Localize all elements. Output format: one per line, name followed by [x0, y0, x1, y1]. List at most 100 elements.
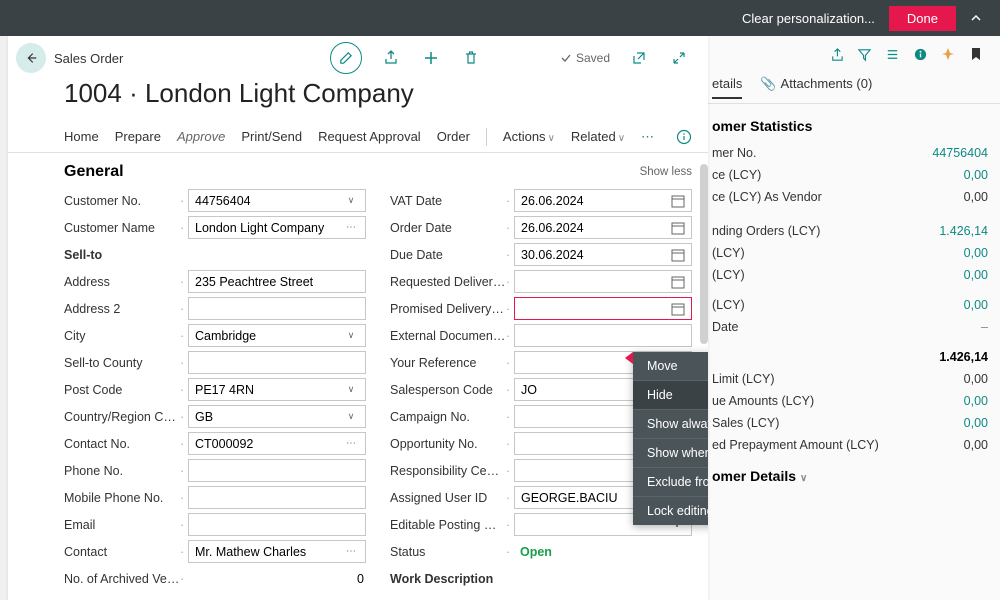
- input-order-date[interactable]: 26.06.2024: [514, 216, 692, 239]
- saved-indicator: Saved: [560, 51, 610, 65]
- label-campaign: Campaign No.: [390, 410, 506, 424]
- input-address[interactable]: 235 Peachtree Street: [188, 270, 366, 293]
- stat-other: (LCY)0,00: [692, 264, 1000, 286]
- clear-personalization-link[interactable]: Clear personalization...: [742, 11, 875, 26]
- expand-button[interactable]: [668, 47, 690, 69]
- stat-customer-no: mer No.44756404: [692, 142, 1000, 164]
- share-button[interactable]: [380, 47, 402, 69]
- input-contact[interactable]: Mr. Mathew Charles⋯: [188, 540, 366, 563]
- ctx-lock-editing[interactable]: Lock editing: [633, 497, 708, 525]
- menu-request-approval[interactable]: Request Approval: [318, 129, 421, 144]
- stat-sales: Sales (LCY)0,00: [692, 412, 1000, 434]
- input-postcode[interactable]: PE17 4RN∨: [188, 378, 366, 401]
- topbar-chevron-button[interactable]: [962, 4, 990, 32]
- input-prom-delivery[interactable]: [514, 297, 692, 320]
- page-title: 1004 · London Light Company: [8, 74, 708, 121]
- input-county[interactable]: [188, 351, 366, 374]
- input-customer-no[interactable]: 44756404∨: [188, 189, 366, 212]
- menu-home[interactable]: Home: [64, 129, 99, 144]
- label-email: Email: [64, 518, 180, 532]
- input-req-delivery[interactable]: [514, 270, 692, 293]
- input-address2[interactable]: [188, 297, 366, 320]
- share-icon: [829, 47, 844, 62]
- label-req-delivery: Requested Delivery D...: [390, 275, 506, 289]
- input-email[interactable]: [188, 513, 366, 536]
- ctx-show-collapsed[interactable]: Show when collapsed: [633, 439, 708, 468]
- label-address: Address: [64, 275, 180, 289]
- label-prom-delivery: Promised Delivery Da...: [390, 302, 506, 316]
- value-status: Open: [514, 540, 692, 563]
- stat-date: Date–: [692, 316, 1000, 338]
- personalization-bar: Clear personalization... Done: [0, 0, 1000, 36]
- factbox-tabs: etails 📎Attachments (0): [692, 68, 1000, 104]
- calendar-icon: [671, 194, 685, 208]
- back-button[interactable]: [16, 43, 46, 73]
- sales-order-card: Sales Order Saved: [8, 36, 708, 600]
- input-vat-date[interactable]: 26.06.2024: [514, 189, 692, 212]
- plus-icon: [422, 49, 440, 67]
- tab-attachments[interactable]: 📎Attachments (0): [760, 76, 872, 99]
- action-menubar: Home Prepare Approve Print/Send Request …: [8, 121, 708, 153]
- stat-vendor-balance: ce (LCY) As Vendor0,00: [692, 186, 1000, 208]
- side-bookmark-button[interactable]: [968, 46, 984, 62]
- input-ext-doc[interactable]: [514, 324, 692, 347]
- calendar-icon: [671, 221, 685, 235]
- label-vat-date: VAT Date: [390, 194, 506, 208]
- side-list-button[interactable]: [884, 46, 900, 62]
- ctx-move[interactable]: Move: [633, 352, 708, 381]
- edit-button[interactable]: [330, 42, 362, 74]
- delete-button[interactable]: [460, 47, 482, 69]
- section-general-title: General: [64, 163, 124, 181]
- input-due-date[interactable]: 30.06.2024: [514, 243, 692, 266]
- menu-related[interactable]: Related∨: [571, 129, 625, 144]
- ctx-show-always[interactable]: Show always: [633, 410, 708, 439]
- stat-overdue: ue Amounts (LCY)0,00: [692, 390, 1000, 412]
- menu-actions[interactable]: Actions∨: [503, 129, 555, 144]
- label-salesperson: Salesperson Code: [390, 383, 506, 397]
- menu-approve[interactable]: Approve: [177, 129, 225, 144]
- menu-prepare[interactable]: Prepare: [115, 129, 161, 144]
- scrollbar[interactable]: [700, 164, 708, 344]
- label-country: Country/Region Code: [64, 410, 180, 424]
- label-phone: Phone No.: [64, 464, 180, 478]
- label-opportunity: Opportunity No.: [390, 437, 506, 451]
- done-button[interactable]: Done: [889, 6, 956, 31]
- input-phone[interactable]: [188, 459, 366, 482]
- stat-shipped: (LCY)0,00: [692, 242, 1000, 264]
- menu-order[interactable]: Order: [437, 129, 470, 144]
- customer-details-header[interactable]: omer Details∨: [692, 456, 1000, 492]
- tab-details[interactable]: etails: [712, 76, 742, 99]
- popout-button[interactable]: [628, 47, 650, 69]
- info-button[interactable]: [676, 129, 692, 145]
- share-icon: [382, 49, 400, 67]
- check-icon: [560, 52, 572, 64]
- input-country[interactable]: GB∨: [188, 405, 366, 428]
- chevron-up-icon: [970, 12, 982, 24]
- new-button[interactable]: [420, 47, 442, 69]
- stat-outstanding-orders: nding Orders (LCY)1.426,14: [692, 220, 1000, 242]
- paperclip-icon: 📎: [760, 76, 776, 91]
- input-city[interactable]: Cambridge∨: [188, 324, 366, 347]
- factbox-pane: etails 📎Attachments (0) omer Statistics …: [708, 36, 1000, 600]
- ctx-hide[interactable]: Hide: [633, 381, 708, 410]
- input-contact-no[interactable]: CT000092⋯: [188, 432, 366, 455]
- side-pin-button[interactable]: [940, 46, 956, 62]
- expand-icon: [671, 50, 687, 66]
- label-customer-no: Customer No.: [64, 194, 180, 208]
- ctx-exclude-quick-entry[interactable]: Exclude from Quick Entry: [633, 468, 708, 497]
- side-share-button[interactable]: [828, 46, 844, 62]
- menu-printsend[interactable]: Print/Send: [241, 129, 302, 144]
- input-customer-name[interactable]: London Light Company⋯: [188, 216, 366, 239]
- label-postcode: Post Code: [64, 383, 180, 397]
- show-less-link[interactable]: Show less: [640, 166, 692, 178]
- pin-icon: [941, 47, 955, 61]
- pencil-icon: [338, 51, 353, 66]
- label-posting-group: Editable Posting Group: [390, 518, 506, 532]
- input-mobile[interactable]: [188, 486, 366, 509]
- arrow-left-icon: [24, 51, 38, 65]
- menu-more[interactable]: ⋯: [641, 129, 654, 145]
- side-filter-button[interactable]: [856, 46, 872, 62]
- customer-statistics-title: omer Statistics: [692, 104, 1000, 142]
- side-info-button[interactable]: [912, 46, 928, 62]
- calendar-icon: [671, 275, 685, 289]
